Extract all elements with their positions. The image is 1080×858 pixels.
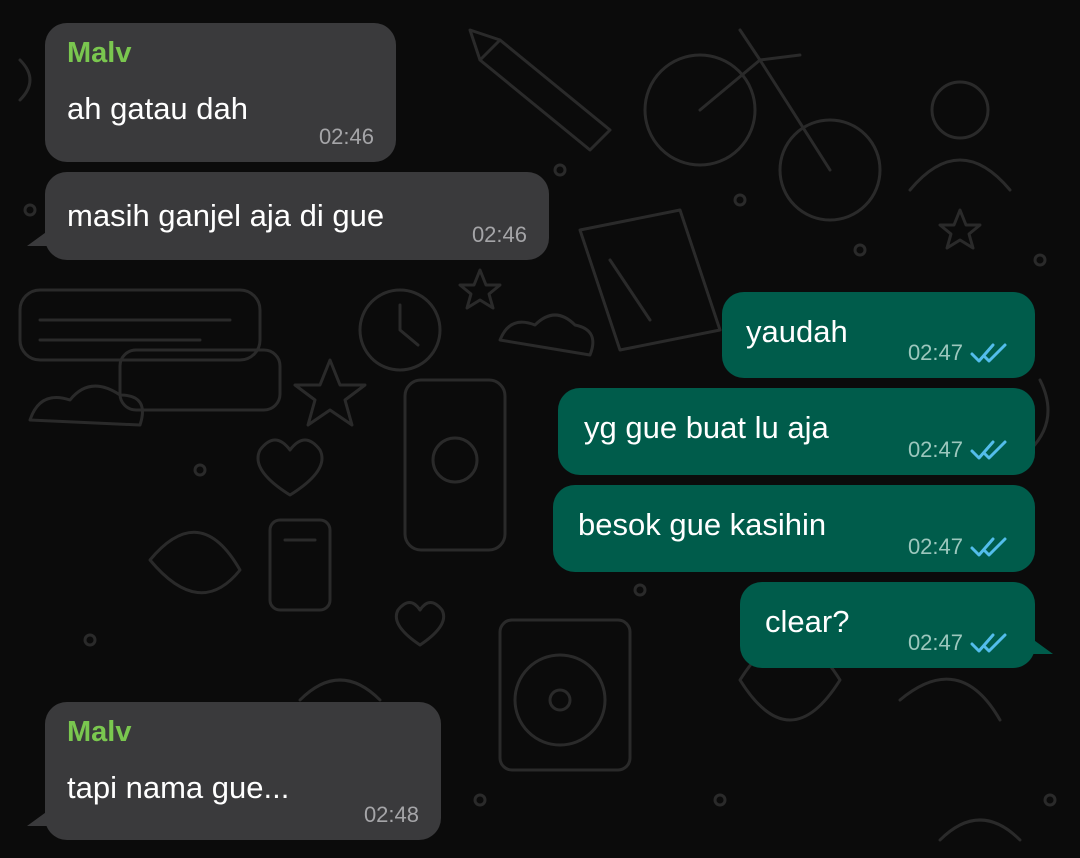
message-text: clear? [765, 604, 850, 639]
message-time: 02:47 [907, 437, 963, 462]
bubble-tail [27, 810, 49, 826]
message-text: masih ganjel aja di gue [67, 198, 385, 233]
double-check-icon [970, 537, 1007, 557]
message-meta: 02:47 [908, 534, 1013, 560]
message-time: 02:46 [471, 222, 527, 247]
message-meta: 02:47 [908, 437, 1013, 463]
message-time: 02:47 [907, 630, 963, 655]
message-time: 02:46 [318, 124, 374, 149]
outgoing-message[interactable]: clear? 02:47 [740, 582, 1053, 668]
sender-name: Malv [67, 716, 132, 748]
incoming-message[interactable]: masih ganjel aja di gue 02:46 [27, 172, 549, 260]
message-meta: 02:47 [908, 340, 1013, 366]
double-check-icon [970, 343, 1007, 363]
outgoing-message[interactable]: besok gue kasihin 02:47 [553, 485, 1035, 572]
double-check-icon [970, 440, 1007, 460]
double-check-icon [970, 633, 1007, 653]
message-text: ah gatau dah [67, 91, 249, 126]
incoming-message[interactable]: Malv ah gatau dah 02:46 [45, 23, 396, 162]
message-time: 02:47 [907, 534, 963, 559]
message-time: 02:48 [363, 802, 419, 827]
outgoing-message[interactable]: yaudah 02:47 [722, 292, 1035, 378]
message-list: Malv ah gatau dah 02:46 masih ganjel aja… [0, 0, 1080, 858]
outgoing-message[interactable]: yg gue buat lu aja 02:47 [558, 388, 1035, 475]
message-meta: 02:47 [908, 630, 1013, 656]
bubble-tail [27, 230, 49, 246]
bubble-tail [1031, 638, 1053, 654]
message-text: tapi nama gue... [67, 770, 290, 805]
incoming-message[interactable]: Malv tapi nama gue... 02:48 [27, 702, 441, 840]
sender-name: Malv [67, 37, 132, 69]
message-text: besok gue kasihin [578, 507, 827, 542]
message-text: yg gue buat lu aja [584, 410, 829, 445]
message-text: yaudah [746, 314, 848, 349]
message-time: 02:47 [907, 340, 963, 365]
